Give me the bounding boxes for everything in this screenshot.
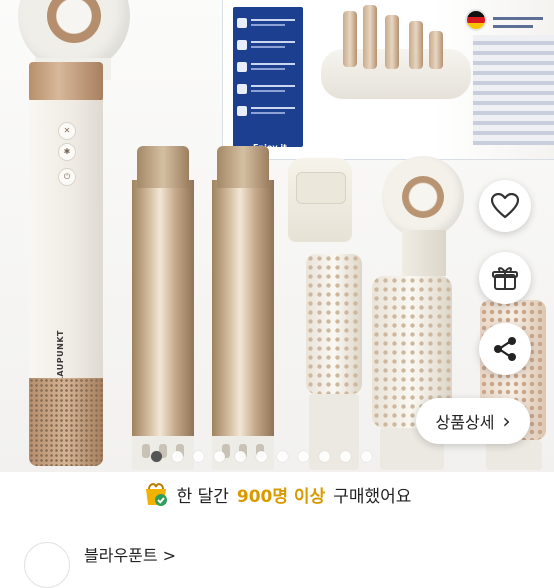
heart-icon bbox=[491, 193, 519, 219]
pager-dot[interactable] bbox=[235, 451, 246, 462]
banner-count: 900명 이상 bbox=[236, 486, 326, 507]
dryer-grille bbox=[29, 378, 103, 466]
pager-dot[interactable] bbox=[361, 451, 372, 462]
seller-row[interactable]: 블라우푼트 > bbox=[0, 530, 554, 588]
concentrator-nozzle bbox=[288, 158, 352, 242]
pager-dot[interactable] bbox=[193, 451, 204, 462]
product-box: Enjoy it. bbox=[222, 0, 554, 160]
germany-flag-icon bbox=[465, 9, 487, 31]
banner-prefix: 한 달간 bbox=[176, 486, 229, 507]
product-detail-label: 상품상세 bbox=[435, 413, 495, 432]
pager-dot[interactable] bbox=[214, 451, 225, 462]
like-button[interactable] bbox=[479, 180, 531, 232]
seller-avatar[interactable] bbox=[24, 542, 70, 588]
product-detail-button[interactable]: 상품상세 › bbox=[416, 398, 530, 444]
diffuser-head bbox=[382, 156, 464, 238]
dryer-button-2: ✱ bbox=[58, 143, 76, 161]
pager-dot[interactable] bbox=[319, 451, 330, 462]
share-icon bbox=[494, 337, 516, 361]
pager-dot[interactable] bbox=[172, 451, 183, 462]
product-image[interactable]: ✕ ✱ ⏻ BLAUPUNKT Enjoy it. 상품상세 › bbox=[0, 0, 554, 472]
dryer-button-1: ✕ bbox=[58, 122, 76, 140]
dryer-button-3: ⏻ bbox=[58, 168, 76, 186]
box-feature-panel: Enjoy it. bbox=[233, 7, 303, 152]
pager-dot[interactable] bbox=[340, 451, 351, 462]
chevron-right-icon: › bbox=[502, 409, 511, 433]
pager-dot[interactable] bbox=[277, 451, 288, 462]
seller-name[interactable]: 블라우푼트 > bbox=[84, 542, 176, 566]
pager-dot[interactable] bbox=[256, 451, 267, 462]
gift-icon bbox=[492, 267, 518, 290]
pager-dot[interactable] bbox=[151, 451, 162, 462]
pager-dot[interactable] bbox=[298, 451, 309, 462]
image-pager bbox=[151, 451, 372, 465]
round-brush-1 bbox=[306, 254, 362, 394]
shopping-bag-check-icon bbox=[143, 481, 169, 507]
purchase-count-banner: 한 달간 900명 이상 구매했어요 bbox=[0, 472, 554, 516]
dryer-collar bbox=[29, 62, 103, 102]
curling-barrel-2 bbox=[212, 180, 274, 470]
gift-button[interactable] bbox=[479, 252, 531, 304]
banner-suffix: 구매했어요 bbox=[333, 486, 412, 507]
share-button[interactable] bbox=[479, 323, 531, 375]
curling-barrel-1 bbox=[132, 180, 194, 470]
